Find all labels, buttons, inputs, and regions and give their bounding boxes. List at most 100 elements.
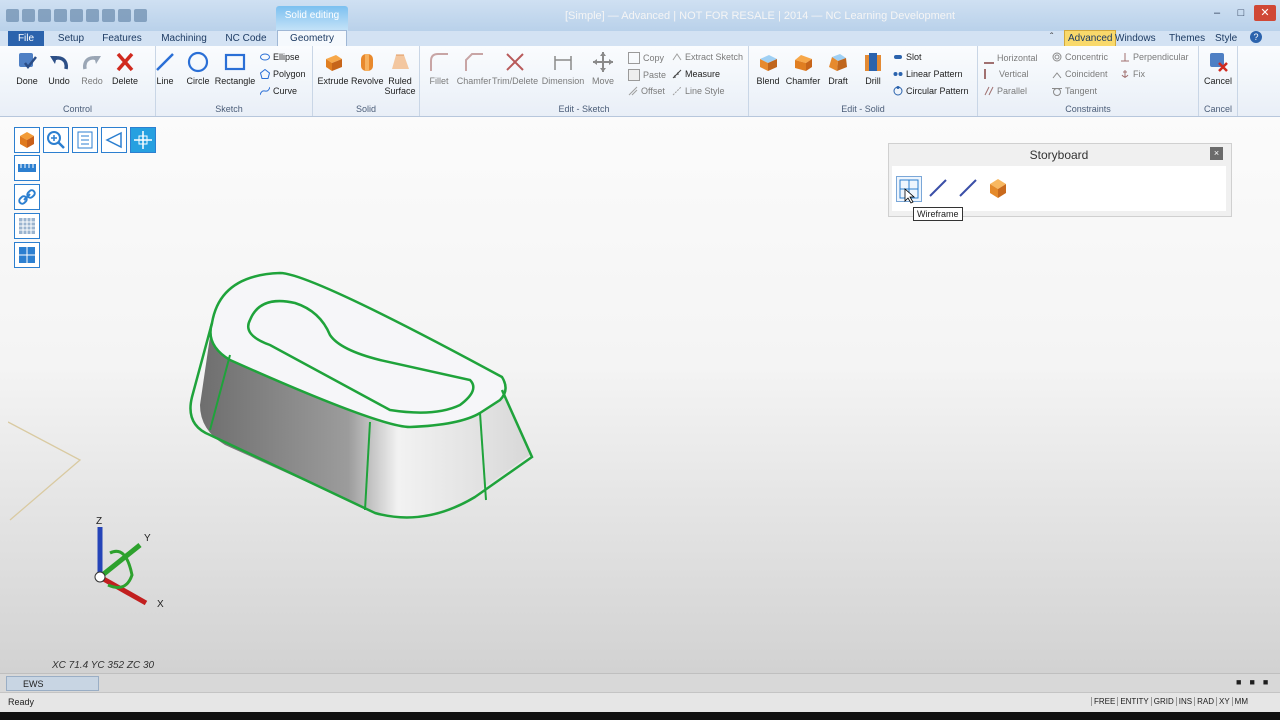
paste-button[interactable]: Paste — [628, 69, 666, 81]
close-button[interactable]: ✕ — [1254, 5, 1276, 21]
chamfer-solid-button[interactable]: Chamfer — [785, 50, 821, 86]
strip-expand-icon[interactable]: ■ — [1249, 677, 1254, 687]
rectangle-label: Rectangle — [214, 76, 256, 86]
list-view-button[interactable] — [72, 127, 98, 153]
offset-button[interactable]: Offset — [628, 86, 665, 96]
measure-button[interactable]: Measure — [672, 69, 720, 79]
dimension-button[interactable]: Dimension — [540, 50, 586, 86]
link-button[interactable] — [14, 184, 40, 210]
undo-quick-icon[interactable] — [102, 9, 115, 22]
tab-themes[interactable]: Themes — [1169, 31, 1205, 46]
mode-ins[interactable]: INS — [1175, 697, 1194, 706]
tab-machining[interactable]: Machining — [156, 31, 212, 46]
horizontal-button[interactable]: Horizontal — [984, 52, 1038, 64]
mode-grid[interactable]: GRID — [1150, 697, 1176, 706]
circular-pattern-button[interactable]: Circular Pattern — [893, 86, 969, 96]
open-file-icon[interactable] — [38, 9, 51, 22]
maximize-button[interactable]: □ — [1230, 5, 1252, 21]
snap-button[interactable] — [14, 242, 40, 268]
minimize-button[interactable]: – — [1206, 5, 1228, 21]
zoom-button[interactable] — [43, 127, 69, 153]
mode-xy[interactable]: XY — [1216, 697, 1232, 706]
perpendicular-icon — [1121, 53, 1129, 62]
print-icon[interactable] — [70, 9, 83, 22]
blend-label: Blend — [756, 76, 780, 86]
zoom-icon — [47, 131, 65, 149]
drill-button[interactable]: Drill — [859, 50, 887, 86]
revolve-button[interactable]: Revolve — [351, 50, 384, 86]
circle-button[interactable]: Circle — [183, 50, 213, 86]
strip-menu-icon[interactable]: ■ — [1236, 677, 1241, 687]
tab-file[interactable]: File — [8, 31, 44, 46]
grid-button[interactable] — [14, 213, 40, 239]
concentric-button[interactable]: Concentric — [1052, 52, 1108, 62]
storyboard-step-solid[interactable] — [985, 176, 1011, 200]
ruled-surface-button[interactable]: Ruled Surface — [383, 50, 417, 96]
mode-entity[interactable]: ENTITY — [1117, 697, 1150, 706]
line-button[interactable]: Line — [150, 50, 180, 86]
polygon-label: Polygon — [273, 69, 306, 79]
tab-nc-code[interactable]: NC Code — [222, 31, 270, 46]
curve-icon — [260, 86, 270, 96]
perpendicular-button[interactable]: Perpendicular — [1120, 52, 1189, 62]
help-icon[interactable]: ? — [1250, 31, 1262, 43]
solid-model[interactable] — [180, 265, 540, 530]
tab-setup[interactable]: Setup — [52, 31, 90, 46]
done-icon — [15, 50, 39, 74]
app-menu-icon[interactable] — [6, 9, 19, 22]
extract-sketch-button[interactable]: Extract Sketch — [672, 52, 743, 62]
ellipse-button[interactable]: Ellipse — [260, 52, 300, 62]
customize-icon[interactable] — [134, 9, 147, 22]
strip-close-icon[interactable]: ■ — [1263, 677, 1268, 687]
new-file-icon[interactable] — [22, 9, 35, 22]
undo-button[interactable]: Undo — [44, 50, 74, 86]
blend-button[interactable]: Blend — [753, 50, 783, 86]
storyboard-close-button[interactable]: × — [1210, 147, 1223, 160]
curve-button[interactable]: Curve — [260, 86, 297, 96]
mode-rad[interactable]: RAD — [1194, 697, 1216, 706]
mode-free[interactable]: FREE — [1090, 697, 1117, 706]
storyboard-step-line-2[interactable] — [958, 178, 978, 198]
tangent-button[interactable]: Tangent — [1052, 86, 1097, 96]
tab-advanced[interactable]: Advanced — [1064, 30, 1117, 47]
tab-style[interactable]: Style — [1215, 31, 1237, 46]
linear-pattern-button[interactable]: Linear Pattern — [893, 69, 963, 79]
ribbon-collapse-icon[interactable]: ˆ — [1050, 32, 1053, 43]
slot-button[interactable]: Slot — [893, 52, 922, 62]
document-tab-ews[interactable]: EWS — [6, 676, 99, 691]
fillet-button[interactable]: Fillet — [424, 50, 454, 86]
chamfer-sketch-button[interactable]: Chamfer — [456, 50, 492, 86]
axis-label-x: X — [157, 599, 164, 610]
coincident-button[interactable]: Coincident — [1052, 69, 1108, 79]
settings-icon[interactable] — [86, 9, 99, 22]
storyboard-step-line-1[interactable] — [928, 178, 948, 198]
tab-features[interactable]: Features — [98, 31, 146, 46]
delete-button[interactable]: Delete — [110, 50, 140, 86]
line-style-button[interactable]: Line Style — [672, 86, 725, 96]
redo-quick-icon[interactable] — [118, 9, 131, 22]
copy-button[interactable]: Copy — [628, 52, 664, 64]
cancel-button[interactable]: Cancel — [1201, 50, 1235, 86]
ruler-button[interactable] — [14, 155, 40, 181]
trim-delete-button[interactable]: Trim/Delete — [492, 50, 538, 86]
group-cancel: Cancel Cancel — [1199, 46, 1238, 116]
workplane-button[interactable] — [130, 127, 156, 153]
tab-geometry[interactable]: Geometry — [277, 30, 347, 46]
draft-button[interactable]: Draft — [823, 50, 853, 86]
storyboard-title: Storyboard — [1029, 148, 1089, 162]
rectangle-button[interactable]: Rectangle — [214, 50, 256, 86]
fix-button[interactable]: Fix — [1120, 69, 1145, 79]
move-button[interactable]: Move — [588, 50, 618, 86]
redo-button[interactable]: Redo — [77, 50, 107, 86]
done-button[interactable]: Done — [12, 50, 42, 86]
vertical-button[interactable]: Vertical — [984, 69, 1029, 79]
view-cube-button[interactable] — [14, 127, 40, 153]
view-direction-button[interactable] — [101, 127, 127, 153]
extrude-button[interactable]: Extrude — [316, 50, 350, 86]
tab-windows[interactable]: Windows — [1115, 31, 1156, 46]
mode-mm[interactable]: MM — [1231, 697, 1250, 706]
save-icon[interactable] — [54, 9, 67, 22]
polygon-button[interactable]: Polygon — [260, 69, 306, 79]
chamfer-sketch-label: Chamfer — [456, 76, 492, 86]
parallel-button[interactable]: Parallel — [984, 86, 1027, 96]
